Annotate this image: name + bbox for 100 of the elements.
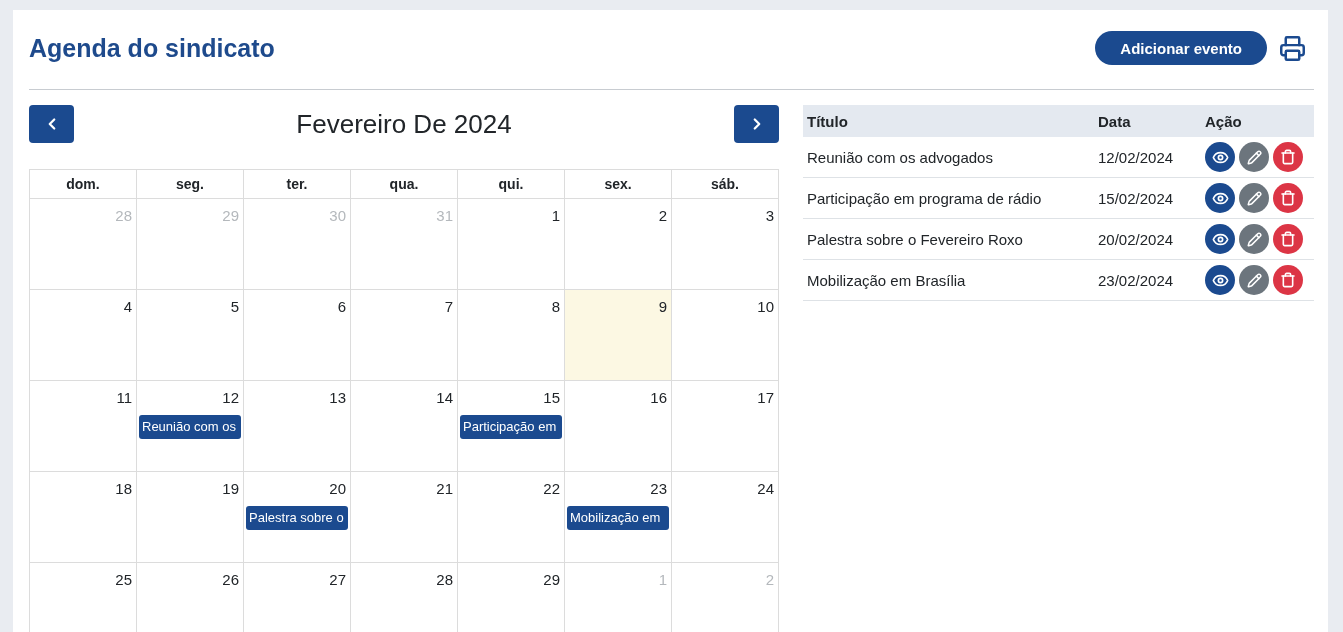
next-month-button[interactable] <box>734 105 779 143</box>
view-button[interactable] <box>1205 224 1235 254</box>
edit-button[interactable] <box>1239 265 1269 295</box>
day-number: 8 <box>551 298 561 316</box>
day-number: 2 <box>765 571 775 589</box>
day-cell[interactable]: 1 <box>458 199 565 290</box>
day-number: 26 <box>222 571 240 589</box>
day-number: 23 <box>650 480 668 498</box>
page-title: Agenda do sindicato <box>29 33 275 63</box>
calendar-event[interactable]: Reunião com os <box>139 415 241 439</box>
trash-icon <box>1280 231 1296 247</box>
delete-button[interactable] <box>1273 265 1303 295</box>
day-number: 31 <box>436 207 454 225</box>
calendar-event[interactable]: Participação em <box>460 415 562 439</box>
pencil-icon <box>1246 231 1262 247</box>
day-cell[interactable]: 13 <box>244 381 351 472</box>
delete-button[interactable] <box>1273 142 1303 172</box>
day-number: 10 <box>757 298 775 316</box>
edit-button[interactable] <box>1239 142 1269 172</box>
day-number: 25 <box>115 571 133 589</box>
day-number: 29 <box>543 571 561 589</box>
day-number: 17 <box>757 389 775 407</box>
edit-button[interactable] <box>1239 224 1269 254</box>
day-cell[interactable]: 20 Palestra sobre o <box>244 472 351 563</box>
pencil-icon <box>1246 149 1262 165</box>
day-cell[interactable]: 17 <box>672 381 779 472</box>
event-date-cell: 15/02/2024 <box>1094 177 1201 219</box>
day-cell[interactable]: 18 <box>30 472 137 563</box>
day-number: 1 <box>551 207 561 225</box>
calendar-event[interactable]: Mobilização em <box>567 506 669 530</box>
column-header: Ação <box>1201 105 1314 137</box>
day-number: 7 <box>444 298 454 316</box>
calendar-event[interactable]: Palestra sobre o <box>246 506 348 530</box>
column-header: Data <box>1094 105 1201 137</box>
day-cell[interactable]: 3 <box>672 199 779 290</box>
day-cell[interactable]: 10 <box>672 290 779 381</box>
day-cell[interactable]: 11 <box>30 381 137 472</box>
day-cell[interactable]: 2 <box>565 199 672 290</box>
day-cell[interactable]: 22 <box>458 472 565 563</box>
day-number: 18 <box>115 480 133 498</box>
day-cell[interactable]: 4 <box>30 290 137 381</box>
view-button[interactable] <box>1205 265 1235 295</box>
day-number: 1 <box>658 571 668 589</box>
day-number: 4 <box>123 298 133 316</box>
day-number: 21 <box>436 480 454 498</box>
month-title: Fevereiro De 2024 <box>296 108 512 140</box>
event-title-cell: Palestra sobre o Fevereiro Roxo <box>803 218 1094 260</box>
day-number: 9 <box>658 298 668 316</box>
pencil-icon <box>1246 272 1262 288</box>
day-number: 20 <box>329 480 347 498</box>
print-button[interactable] <box>1279 34 1306 62</box>
today-day-cell[interactable]: 9 <box>565 290 672 381</box>
event-date-cell: 20/02/2024 <box>1094 218 1201 260</box>
view-button[interactable] <box>1205 142 1235 172</box>
column-header: Título <box>803 105 1094 137</box>
day-number: 29 <box>222 207 240 225</box>
printer-icon <box>1279 34 1306 62</box>
day-cell[interactable]: 14 <box>351 381 458 472</box>
day-cell[interactable]: 6 <box>244 290 351 381</box>
day-cell[interactable]: 16 <box>565 381 672 472</box>
day-cell[interactable]: 12 Reunião com os <box>137 381 244 472</box>
event-title-cell: Mobilização em Brasília <box>803 259 1094 301</box>
day-number: 16 <box>650 389 668 407</box>
day-cell[interactable]: 21 <box>351 472 458 563</box>
day-number: 30 <box>329 207 347 225</box>
day-number: 6 <box>337 298 347 316</box>
day-cell[interactable]: 8 <box>458 290 565 381</box>
trash-icon <box>1280 149 1296 165</box>
event-title-cell: Reunião com os advogados <box>803 137 1094 178</box>
add-event-button[interactable]: Adicionar evento <box>1095 31 1267 65</box>
day-number: 2 <box>658 207 668 225</box>
day-cell[interactable]: 15 Participação em <box>458 381 565 472</box>
edit-button[interactable] <box>1239 183 1269 213</box>
day-number: 14 <box>436 389 454 407</box>
day-number: 3 <box>765 207 775 225</box>
day-cell[interactable]: 23 Mobilização em <box>565 472 672 563</box>
day-number: 22 <box>543 480 561 498</box>
day-number: 13 <box>329 389 347 407</box>
event-date-cell: 23/02/2024 <box>1094 259 1201 301</box>
delete-button[interactable] <box>1273 183 1303 213</box>
trash-icon <box>1280 190 1296 206</box>
day-number: 27 <box>329 571 347 589</box>
event-title-cell: Participação em programa de rádio <box>803 177 1094 219</box>
trash-icon <box>1280 272 1296 288</box>
day-number: 12 <box>222 389 240 407</box>
view-button[interactable] <box>1205 183 1235 213</box>
day-number: 15 <box>543 389 561 407</box>
day-number: 19 <box>222 480 240 498</box>
day-number: 28 <box>115 207 133 225</box>
day-cell[interactable]: 24 <box>672 472 779 563</box>
previous-month-button[interactable] <box>29 105 74 143</box>
day-number: 24 <box>757 480 775 498</box>
day-cell[interactable]: 5 <box>137 290 244 381</box>
day-cell[interactable]: 19 <box>137 472 244 563</box>
day-cell[interactable]: 7 <box>351 290 458 381</box>
day-number: 5 <box>230 298 240 316</box>
delete-button[interactable] <box>1273 224 1303 254</box>
pencil-icon <box>1246 190 1262 206</box>
day-number: 11 <box>116 389 133 407</box>
event-date-cell: 12/02/2024 <box>1094 137 1201 178</box>
